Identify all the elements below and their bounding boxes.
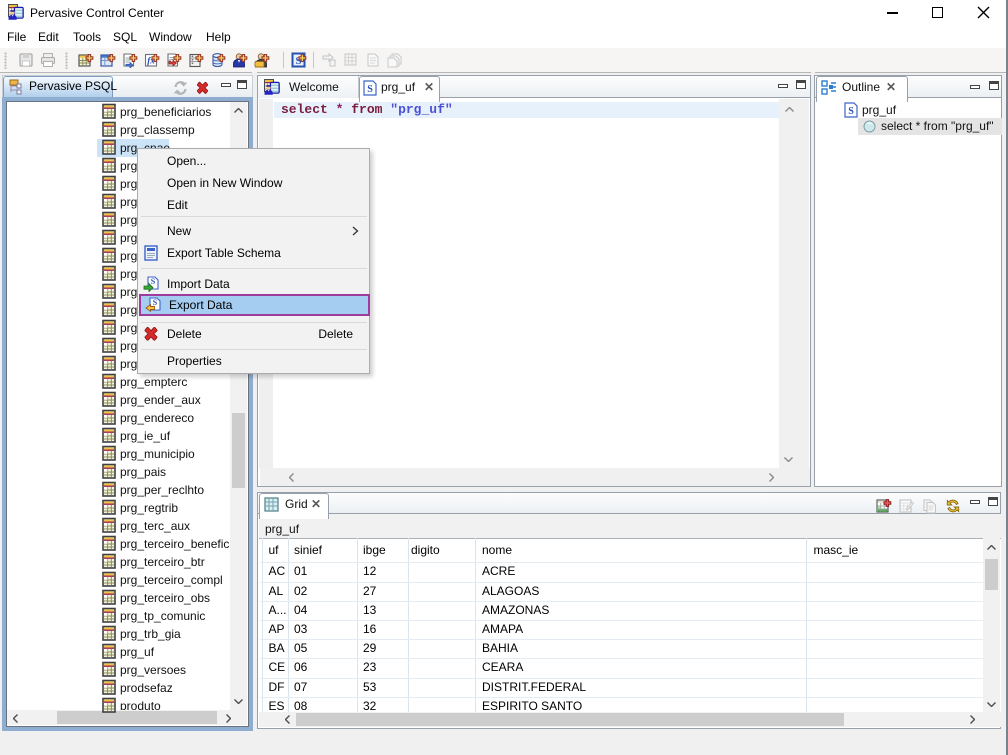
svg-text:S: S <box>848 106 854 117</box>
svg-text:S: S <box>151 277 156 286</box>
svg-text:S: S <box>153 298 158 307</box>
svg-text:S: S <box>367 84 373 95</box>
